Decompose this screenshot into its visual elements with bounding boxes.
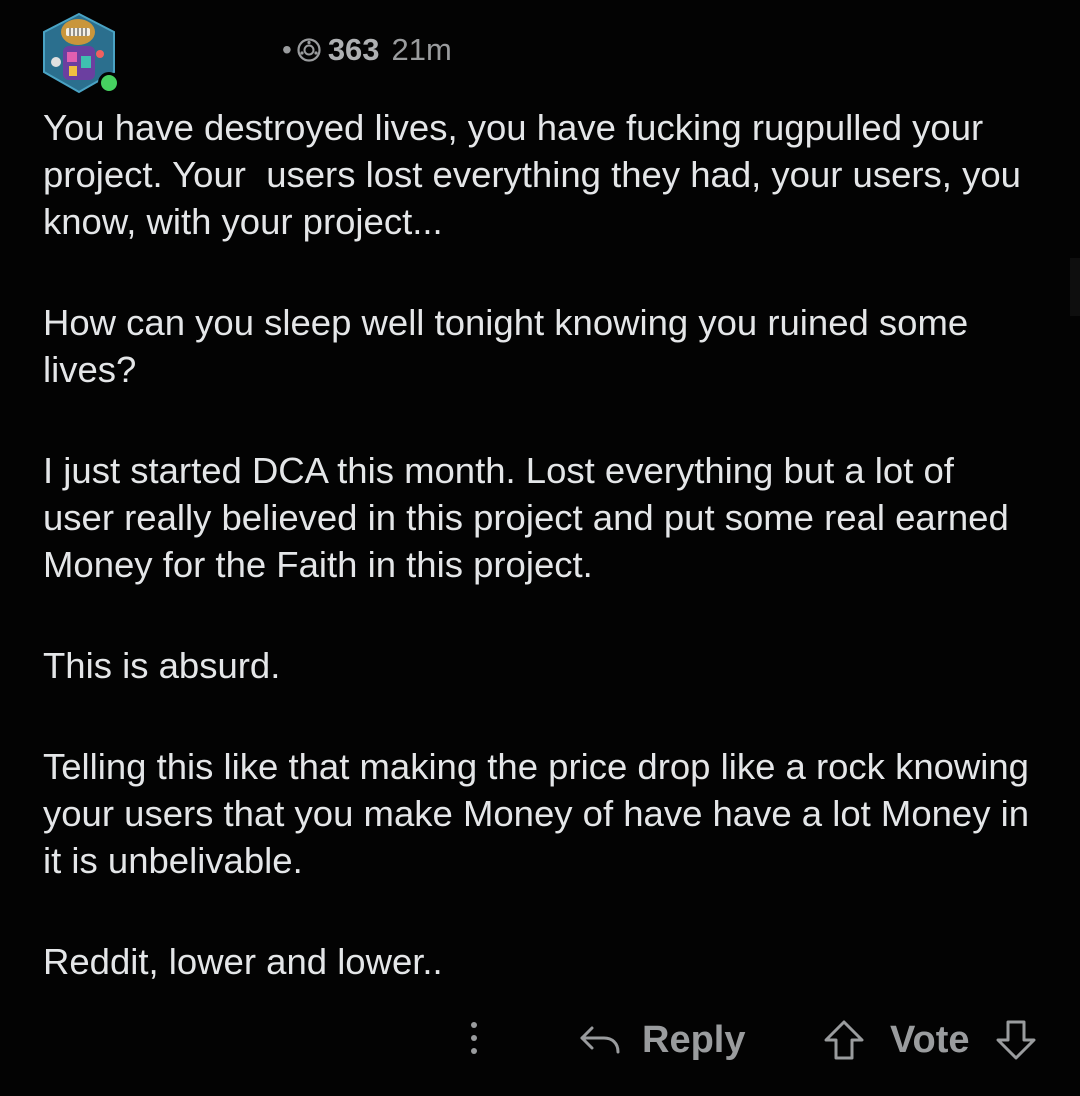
comment-paragraph: You have destroyed lives, you have fucki… (43, 107, 1032, 242)
downvote-arrow-icon[interactable] (994, 1018, 1038, 1062)
comment-actions: Reply Vote (0, 1008, 1080, 1072)
comment-header: • 363 21m (38, 10, 1038, 100)
timestamp: 21m (391, 32, 452, 67)
comment-meta: • 363 21m (282, 32, 452, 68)
karma-count: 363 (327, 32, 380, 67)
comment-paragraph: I just started DCA this month. Lost ever… (43, 450, 1019, 585)
karma-icon (297, 38, 321, 62)
comment-body: You have destroyed lives, you have fucki… (43, 104, 1033, 1039)
upvote-arrow-icon[interactable] (822, 1018, 866, 1062)
reply-button[interactable]: Reply (578, 1014, 745, 1066)
comment-paragraph: How can you sleep well tonight knowing y… (43, 302, 979, 390)
reply-arrow-icon (580, 1026, 620, 1054)
comment-paragraph: This is absurd. (43, 645, 281, 686)
more-options-icon[interactable] (458, 1014, 490, 1062)
user-avatar[interactable] (38, 10, 120, 98)
reply-label: Reply (642, 1018, 746, 1061)
vote-label: Vote (890, 1018, 970, 1061)
scrollbar[interactable] (1070, 258, 1080, 316)
vote-group: Vote (822, 1014, 1038, 1066)
comment-paragraph: Reddit, lower and lower.. (43, 941, 443, 982)
comment-paragraph: Telling this like that making the price … (43, 746, 1040, 881)
meta-separator: • (282, 34, 292, 65)
online-status-dot (98, 72, 120, 94)
